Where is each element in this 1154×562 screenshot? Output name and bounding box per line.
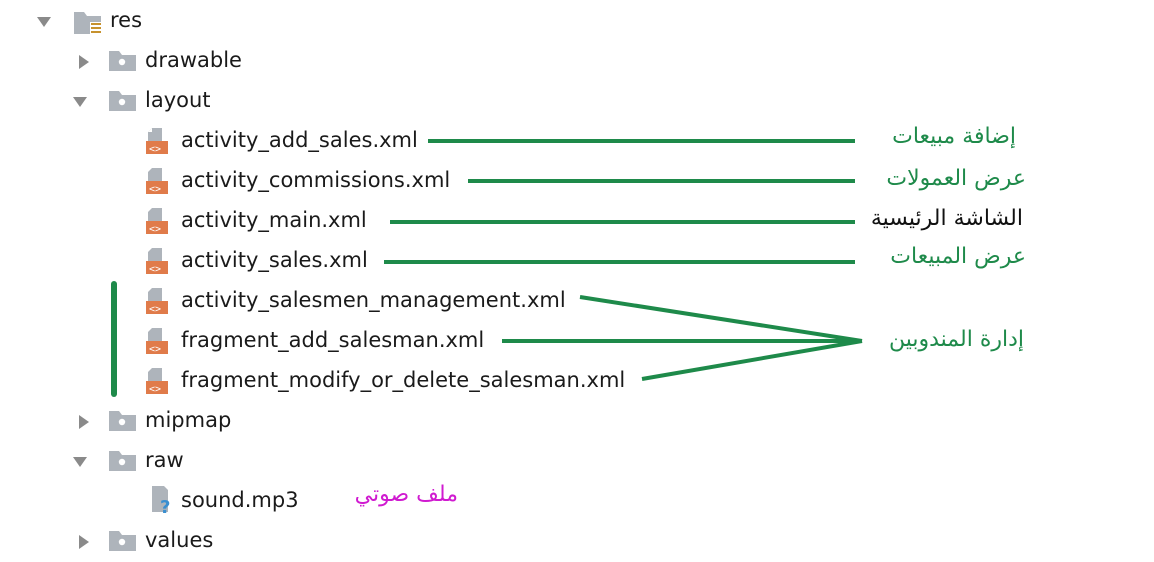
annotation-sales: عرض المبيعات: [890, 244, 1026, 269]
annotation-add-sales: إضافة مبيعات: [892, 124, 1016, 149]
annotation-line: [641, 339, 863, 381]
annotation-commissions: عرض العمولات: [886, 166, 1026, 191]
annotation-lines: [111, 139, 863, 397]
annotation-main: الشاشة الرئيسية: [870, 206, 1023, 231]
annotation-sound: ملف صوتي: [354, 482, 458, 507]
annotation-line: [579, 295, 863, 343]
annotation-salesmen: إدارة المندوبين: [888, 327, 1024, 352]
